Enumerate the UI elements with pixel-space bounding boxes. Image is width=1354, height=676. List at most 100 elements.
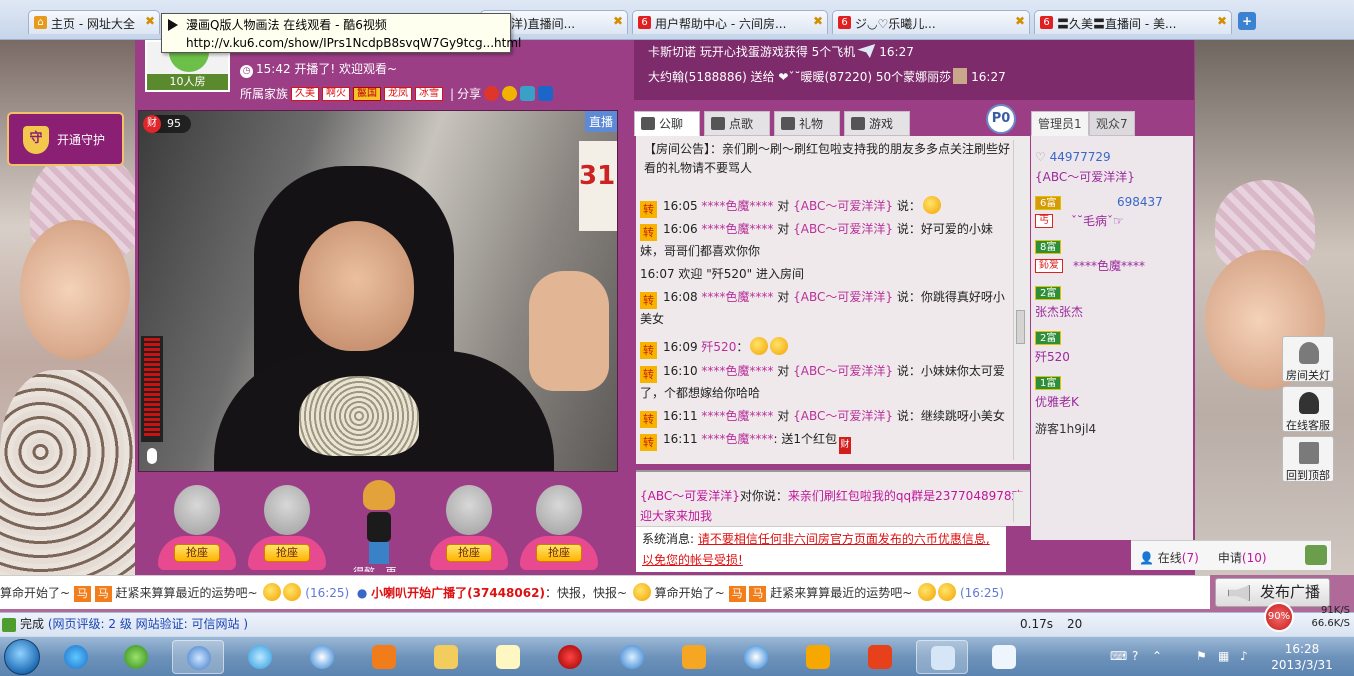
private-sender[interactable]: {ABC～可爱洋洋}	[640, 489, 740, 503]
guest-user[interactable]: 游客1h9jl4	[1035, 420, 1096, 437]
customer-service-button[interactable]: 在线客服	[1282, 386, 1334, 432]
user-name[interactable]: ****色魔****	[1073, 257, 1145, 274]
family-tag[interactable]: 龙凤	[384, 86, 413, 101]
chat-username[interactable]: ****色魔****	[701, 432, 773, 446]
chat-username[interactable]: ****色魔****	[701, 199, 773, 213]
taskbar-app-window[interactable]	[916, 640, 968, 674]
taskbar-app-explorer[interactable]	[420, 640, 472, 674]
taskbar-app-chat[interactable]	[606, 640, 658, 674]
taskbar-app-browser[interactable]	[172, 640, 224, 674]
taskbar-app-360[interactable]	[110, 640, 162, 674]
close-icon[interactable]: ✖	[613, 14, 623, 28]
close-icon[interactable]: ✖	[1015, 14, 1025, 28]
taskbar-app-pplive[interactable]	[730, 640, 782, 674]
tray-arrow-icon[interactable]: ⌃	[1152, 649, 1162, 663]
close-icon[interactable]: ✖	[145, 14, 155, 28]
repost-icon[interactable]: 转	[640, 224, 657, 241]
chat-target[interactable]: {ABC～可爱洋洋}	[793, 199, 893, 213]
weibo-icon[interactable]	[484, 86, 500, 101]
family-tag[interactable]: 冰雪	[415, 86, 444, 101]
tab-games[interactable]: 游戏	[844, 111, 910, 136]
taskbar-app-sogou[interactable]	[296, 640, 348, 674]
keyboard-icon[interactable]: ⌨	[1110, 649, 1127, 663]
back-to-top-button[interactable]: 回到顶部	[1282, 436, 1334, 482]
user-name[interactable]: 张杰张杰	[1035, 303, 1083, 320]
chat-username[interactable]: ****色魔****	[701, 222, 773, 236]
system-warning-link[interactable]: 请不要相信任何非六间房官方页面发布的六币优惠信息,以免您的帐号受损!	[642, 532, 990, 567]
user-entry[interactable]: ♡ 44977729	[1035, 150, 1111, 164]
taskbar-app-media[interactable]	[358, 640, 410, 674]
flag-icon[interactable]: ⚑	[1196, 649, 1207, 663]
repost-icon[interactable]: 转	[640, 366, 657, 383]
close-icon[interactable]: ✖	[1217, 14, 1227, 28]
help-icon[interactable]: ?	[1132, 649, 1138, 663]
new-tab-icon[interactable]: +	[1238, 12, 1256, 30]
grab-seat-button[interactable]: 抢座	[446, 544, 492, 562]
repost-icon[interactable]: 转	[640, 292, 657, 309]
user-name[interactable]: {ABC～可爱洋洋}	[1035, 168, 1135, 185]
online-tab[interactable]: 在线(7)	[1158, 551, 1199, 565]
start-button[interactable]	[4, 639, 40, 675]
tab-room-2[interactable]: 6 ジ◡♡乐曦儿... ✖	[832, 10, 1030, 34]
taskbar-app-video[interactable]	[854, 640, 906, 674]
lights-off-button[interactable]: 房间关灯	[1282, 336, 1334, 382]
chat-target[interactable]: {ABC～可爱洋洋}	[793, 290, 893, 304]
grab-seat-button[interactable]: 抢座	[264, 544, 310, 562]
repost-icon[interactable]: 转	[640, 411, 657, 428]
tab-room-3[interactable]: 6 〓久美〓直播间 - 美... ✖	[1034, 10, 1232, 34]
microphone-icon[interactable]	[147, 448, 157, 464]
renren-icon[interactable]	[538, 86, 554, 101]
grab-seat-button[interactable]: 抢座	[174, 544, 220, 562]
family-tag[interactable]: 鬣国	[353, 86, 382, 101]
repost-icon[interactable]: 转	[640, 434, 657, 451]
chat-target[interactable]: {ABC～可爱洋洋}	[793, 364, 893, 378]
tab-help-center[interactable]: 6 用户帮助中心 - 六间房... ✖	[632, 10, 828, 34]
family-tag[interactable]: 久美	[291, 86, 320, 101]
chat-target[interactable]: {ABC～可爱洋洋}	[793, 222, 893, 236]
network-speed-gauge[interactable]: 90%	[1264, 602, 1294, 632]
tab-gifts[interactable]: 礼物	[774, 111, 840, 136]
chat-username[interactable]: ****色魔****	[701, 290, 773, 304]
close-icon[interactable]: ✖	[813, 14, 823, 28]
tab-public-chat[interactable]: 公聊	[634, 111, 700, 136]
tab-song-request[interactable]: 点歌	[704, 111, 770, 136]
taskbar-app-pps[interactable]	[482, 640, 534, 674]
star-share-icon[interactable]	[502, 86, 518, 101]
grab-seat-button[interactable]: 抢座	[536, 544, 582, 562]
user-name[interactable]: 优雅老K	[1035, 393, 1079, 410]
chat-username[interactable]: ****色魔****	[701, 364, 773, 378]
count-value: 20	[1066, 617, 1083, 631]
tab-audience[interactable]: 观众7	[1089, 111, 1135, 136]
repost-icon[interactable]: 转	[640, 201, 657, 218]
private-scrollbar[interactable]	[1013, 492, 1027, 522]
family-tag[interactable]: 啊火	[322, 86, 351, 101]
p0-button[interactable]: P0	[986, 104, 1016, 134]
taskbar-clock[interactable]: 16:28 2013/3/31	[1262, 641, 1342, 673]
user-card-icon[interactable]	[1305, 545, 1327, 565]
network-icon[interactable]: ▦	[1218, 649, 1229, 663]
chat-scrollbar[interactable]	[1013, 140, 1027, 460]
chat-username[interactable]: 歼520	[701, 340, 736, 354]
user-name[interactable]: ˇ˘毛病ˇ☞	[1071, 212, 1124, 229]
taskbar-app-player[interactable]	[544, 640, 596, 674]
scrollbar-thumb[interactable]	[1016, 310, 1025, 344]
live-video[interactable]: 31 财 95 直播	[138, 110, 618, 472]
taskbar-app-e[interactable]	[792, 640, 844, 674]
apply-tab[interactable]: 申请(10)	[1218, 551, 1267, 565]
user-name[interactable]: 歼520	[1035, 348, 1070, 365]
tab-home[interactable]: ⌂ 主页 - 网址大全 ✖	[28, 10, 160, 34]
tab-admins[interactable]: 管理员1	[1031, 111, 1089, 136]
open-guard-button[interactable]: 守 开通守护	[7, 112, 124, 166]
site-rating-link[interactable]: (网页评级: 2 级 网站验证: 可信网站 )	[48, 617, 248, 631]
taskbar-app-qq-browser[interactable]	[234, 640, 286, 674]
broadcast-user[interactable]: 小喇叭开始广播了(37448062)	[371, 586, 545, 600]
repost-icon[interactable]: 转	[640, 342, 657, 359]
chat-tab-bar: 公聊 点歌 礼物 游戏	[634, 110, 1027, 136]
taskbar-app-qq-pinyin[interactable]	[50, 640, 102, 674]
chat-target[interactable]: {ABC～可爱洋洋}	[793, 409, 893, 423]
qzone-icon[interactable]	[520, 86, 536, 101]
taskbar-app-kugou[interactable]	[668, 640, 720, 674]
chat-username[interactable]: ****色魔****	[701, 409, 773, 423]
volume-icon[interactable]: ♪	[1240, 649, 1248, 663]
taskbar-app-notes[interactable]	[978, 640, 1030, 674]
